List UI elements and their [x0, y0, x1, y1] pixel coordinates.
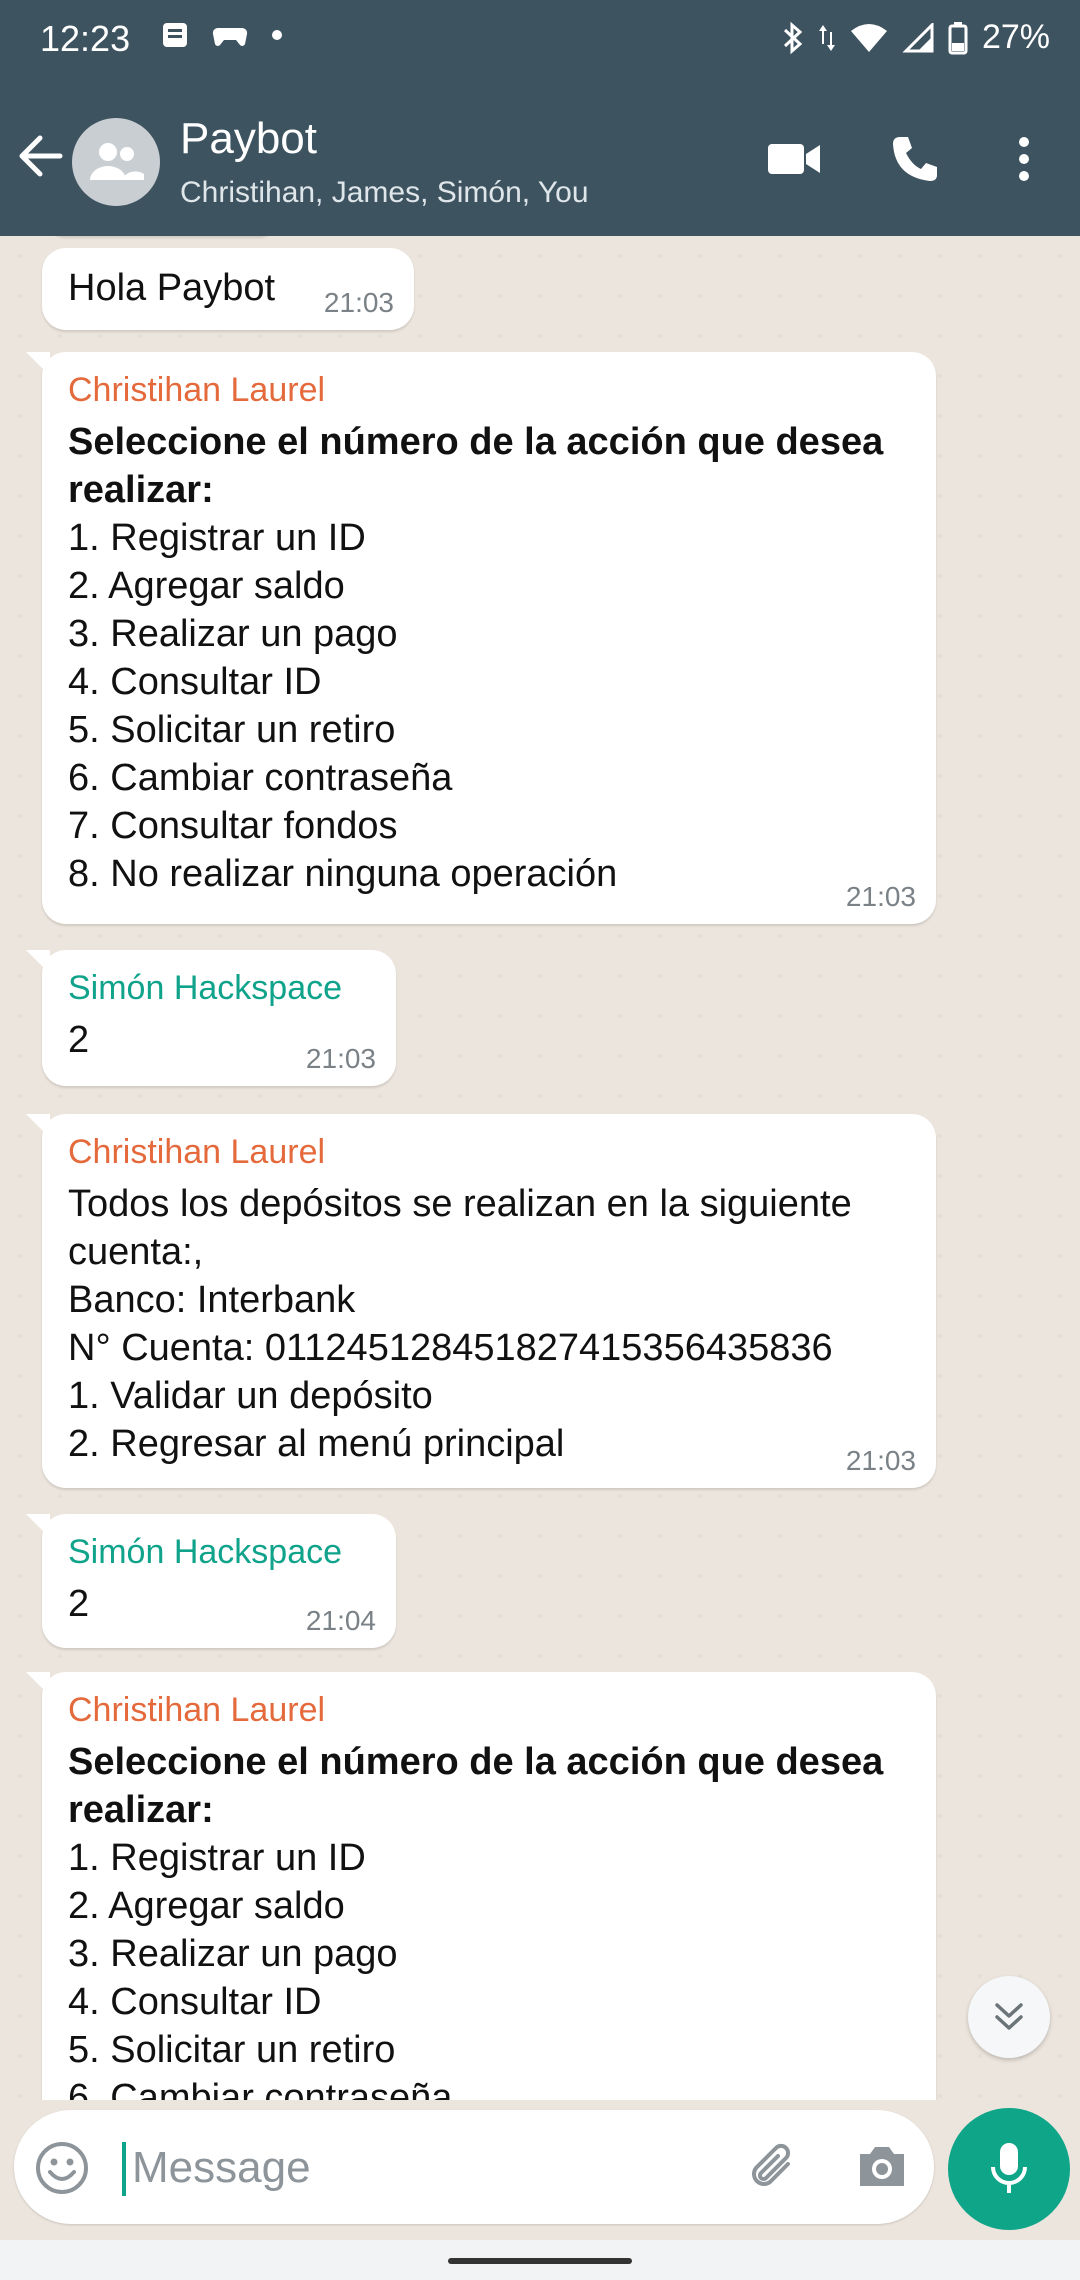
wifi-icon	[850, 23, 888, 53]
voice-call-icon[interactable]	[890, 134, 940, 189]
message-line: 2. Agregar saldo	[68, 1885, 345, 1927]
message-sender: Christihan Laurel	[68, 1133, 326, 1171]
text-caret	[122, 2142, 126, 2196]
message-time: 21:03	[323, 287, 394, 318]
message-line: Seleccione el número de la acción que de…	[68, 1741, 884, 1783]
bluetooth-icon	[782, 21, 804, 55]
home-gesture-handle[interactable]	[448, 2258, 632, 2264]
message-line: 2. Agregar saldo	[68, 565, 345, 607]
bubble-tail	[26, 352, 50, 376]
message-line: 6. Cambiar contraseña	[68, 757, 453, 799]
message-line: realizar:	[68, 469, 214, 511]
message-sender: Simón Hackspace	[68, 969, 343, 1007]
message-line: 8. No realizar ninguna operación	[68, 853, 618, 895]
message-bubble[interactable]: Simón Hackspace 2 21:03	[26, 950, 396, 1086]
message-line: 1. Registrar un ID	[68, 517, 366, 559]
message-line: 5. Solicitar un retiro	[68, 2029, 396, 2071]
camera-icon[interactable]	[854, 2138, 910, 2199]
message-line: 1. Validar un depósito	[68, 1375, 433, 1417]
system-nav-bar	[0, 2240, 1080, 2280]
message-bubble[interactable]: Christihan Laurel Todos los depósitos se…	[26, 1114, 936, 1488]
message-line: 4. Consultar ID	[68, 661, 322, 703]
status-bar: 12:23 27%	[0, 0, 1080, 80]
dot-icon	[270, 28, 284, 42]
bubble-tail	[26, 950, 50, 974]
message-time: 21:04	[305, 1605, 376, 1636]
scroll-to-bottom-button[interactable]	[968, 1976, 1050, 2058]
message-line: 3. Realizar un pago	[68, 1933, 398, 1975]
notes-icon	[160, 20, 190, 50]
chat-header: Paybot Christihan, James, Simón, You	[0, 80, 1080, 236]
message-line: 4. Consultar ID	[68, 1981, 322, 2023]
message-line: 1. Registrar un ID	[68, 1837, 366, 1879]
chat-participants[interactable]: Christihan, James, Simón, You	[180, 176, 589, 210]
microphone-icon	[991, 2143, 1027, 2193]
message-line: 2. Regresar al menú principal	[68, 1423, 565, 1465]
bubble-tail	[26, 1114, 50, 1138]
video-call-icon[interactable]	[766, 134, 822, 189]
message-bubble[interactable]: Hola Paybot 21:03	[42, 248, 414, 330]
bubble-tail	[26, 1514, 50, 1538]
message-sender: Simón Hackspace	[68, 1533, 343, 1571]
message-time: 21:03	[845, 881, 916, 912]
message-line: 3. Realizar un pago	[68, 613, 398, 655]
message-line: cuenta:,	[68, 1231, 204, 1273]
message-line: N° Cuenta: 0112451284518274153564358​36	[68, 1327, 833, 1369]
back-arrow-icon[interactable]	[14, 124, 70, 188]
chat-title[interactable]: Paybot	[180, 114, 317, 164]
message-line: Banco: Interbank	[68, 1279, 356, 1321]
message-bubble[interactable]: Christihan Laurel Seleccione el número d…	[26, 1672, 936, 2100]
battery-percent: 27%	[981, 18, 1050, 56]
emoji-icon[interactable]	[34, 2140, 90, 2201]
message-line: 5. Solicitar un retiro	[68, 709, 396, 751]
message-time: 21:03	[305, 1043, 376, 1074]
battery-icon	[948, 21, 968, 55]
message-bubble[interactable]: Christihan Laurel Seleccione el número d…	[26, 352, 936, 924]
message-composer	[14, 2110, 934, 2224]
message-line: 7. Consultar fondos	[68, 805, 398, 847]
chat-area[interactable]: Hola Paybot 21:03 Christihan Laurel Sele…	[0, 236, 1080, 2100]
message-line: realizar:	[68, 1789, 214, 1831]
status-time: 12:23	[40, 18, 131, 59]
message-time: 21:03	[845, 1445, 916, 1476]
message-sender: Christihan Laurel	[68, 1691, 326, 1729]
message-bubble[interactable]: Simón Hackspace 2 21:04	[26, 1514, 396, 1648]
game-controller-icon	[212, 20, 248, 50]
message-line: 6. Cambiar contraseña	[68, 2077, 453, 2100]
voice-message-button[interactable]	[948, 2108, 1070, 2230]
group-icon	[90, 143, 144, 180]
data-arrows-icon	[818, 21, 836, 55]
signal-icon	[902, 22, 934, 53]
message-line: Todos los depósitos se realizan en la si…	[68, 1183, 852, 1225]
more-options-icon[interactable]	[1010, 134, 1038, 189]
attach-icon[interactable]	[744, 2138, 802, 2201]
message-input[interactable]	[130, 2132, 694, 2204]
message-sender: Christihan Laurel	[68, 371, 326, 409]
message-line: Seleccione el número de la acción que de…	[68, 421, 884, 463]
bubble-tail	[26, 1672, 50, 1696]
double-chevron-down-icon	[995, 2003, 1023, 2030]
group-avatar[interactable]	[72, 118, 160, 206]
